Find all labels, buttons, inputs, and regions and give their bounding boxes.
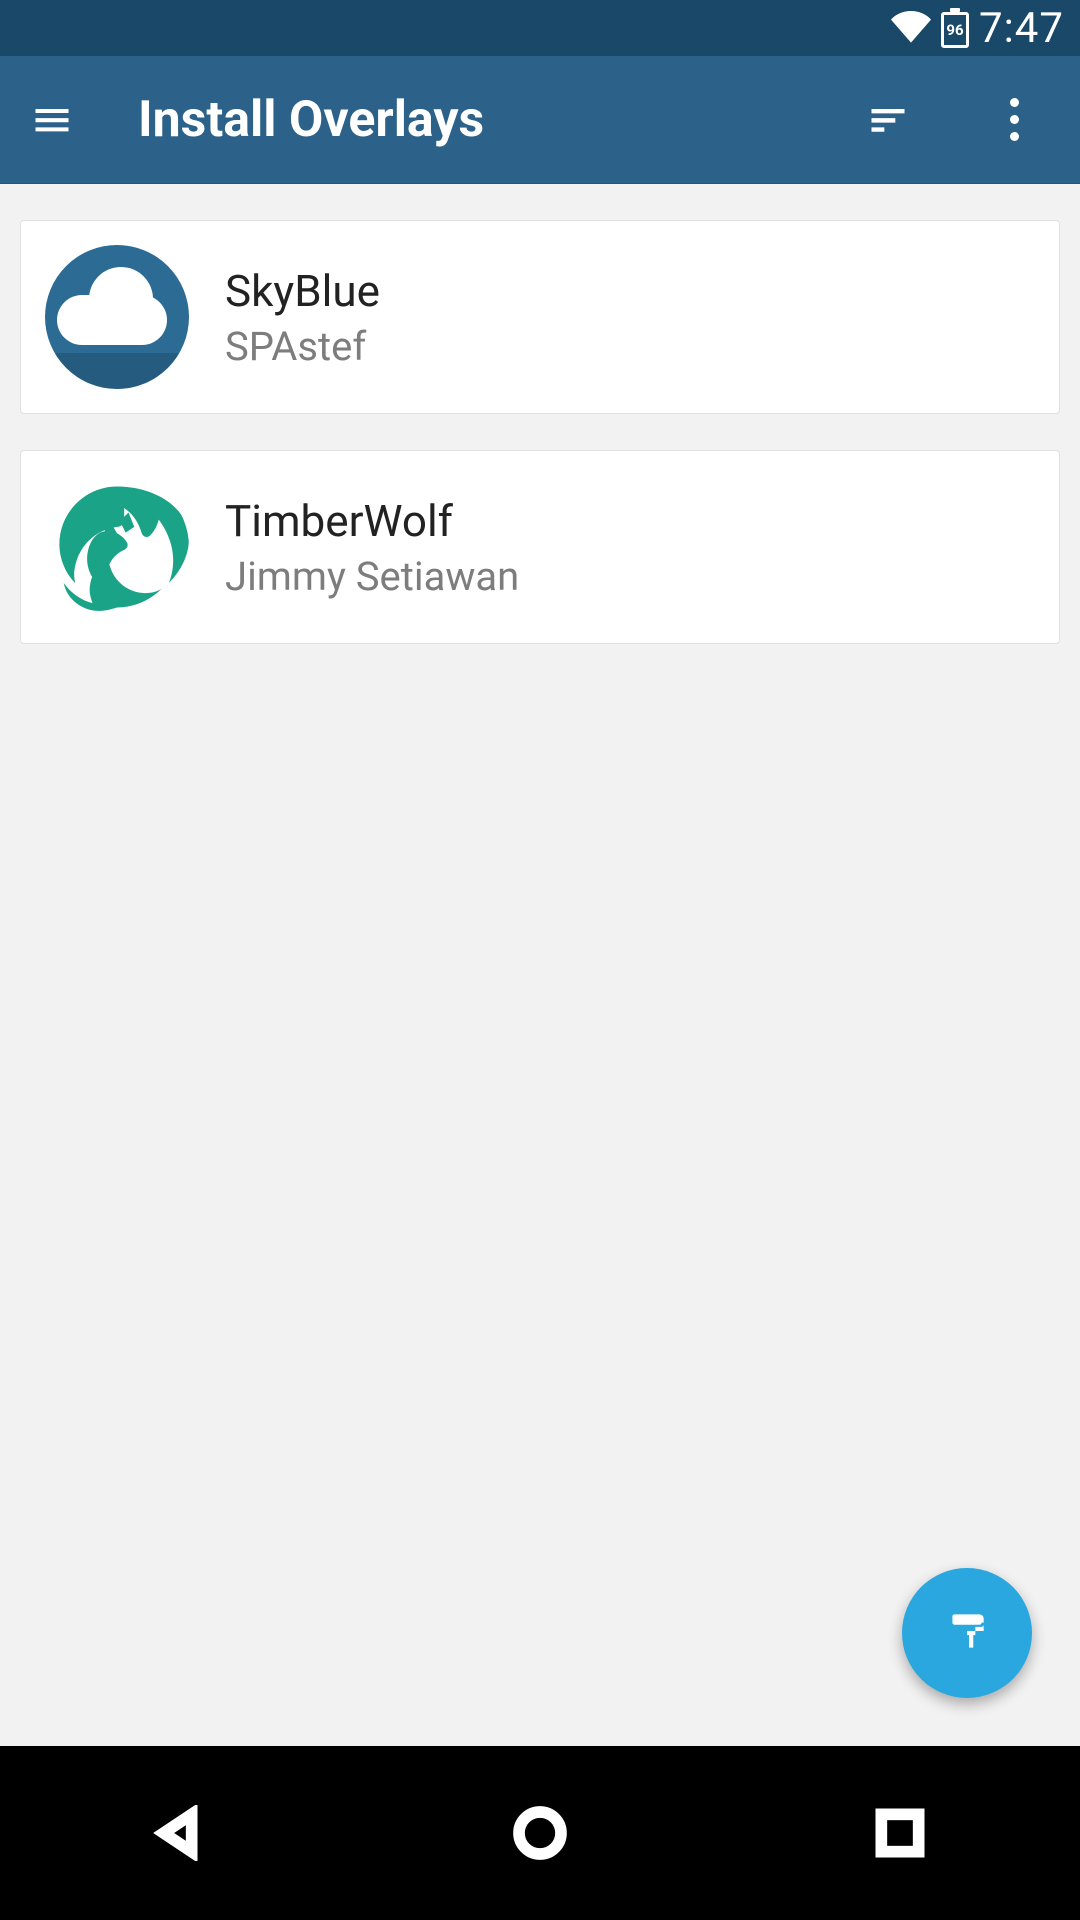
overlay-item-timberwolf[interactable]: TimberWolf Jimmy Setiawan <box>20 450 1060 644</box>
navigation-bar <box>0 1746 1080 1920</box>
apply-fab[interactable] <box>902 1568 1032 1698</box>
paint-roller-icon <box>942 1606 992 1660</box>
battery-level: 96 <box>941 12 969 48</box>
nav-recent-icon[interactable] <box>865 1798 935 1868</box>
overlay-author: Jimmy Setiawan <box>225 553 519 600</box>
overlay-item-skyblue[interactable]: SkyBlue SPAstef <box>20 220 1060 414</box>
more-icon[interactable] <box>986 92 1042 148</box>
overlay-title: SkyBlue <box>225 265 380 317</box>
cloud-icon <box>45 245 189 389</box>
wolf-icon <box>45 475 189 619</box>
overlay-author: SPAstef <box>225 323 380 370</box>
battery-icon: 96 <box>941 8 969 48</box>
page-title: Install Overlays <box>138 91 484 149</box>
sort-icon[interactable] <box>860 92 916 148</box>
nav-back-icon[interactable] <box>145 1798 215 1868</box>
app-bar: Install Overlays <box>0 56 1080 184</box>
overlay-title: TimberWolf <box>225 495 519 547</box>
status-bar: 96 7:47 <box>0 0 1080 56</box>
menu-icon[interactable] <box>28 96 76 144</box>
overlay-list: SkyBlue SPAstef TimberWolf Jimmy Setiawa… <box>0 184 1080 716</box>
status-clock: 7:47 <box>979 4 1064 53</box>
nav-home-icon[interactable] <box>505 1798 575 1868</box>
wifi-icon <box>891 6 931 50</box>
